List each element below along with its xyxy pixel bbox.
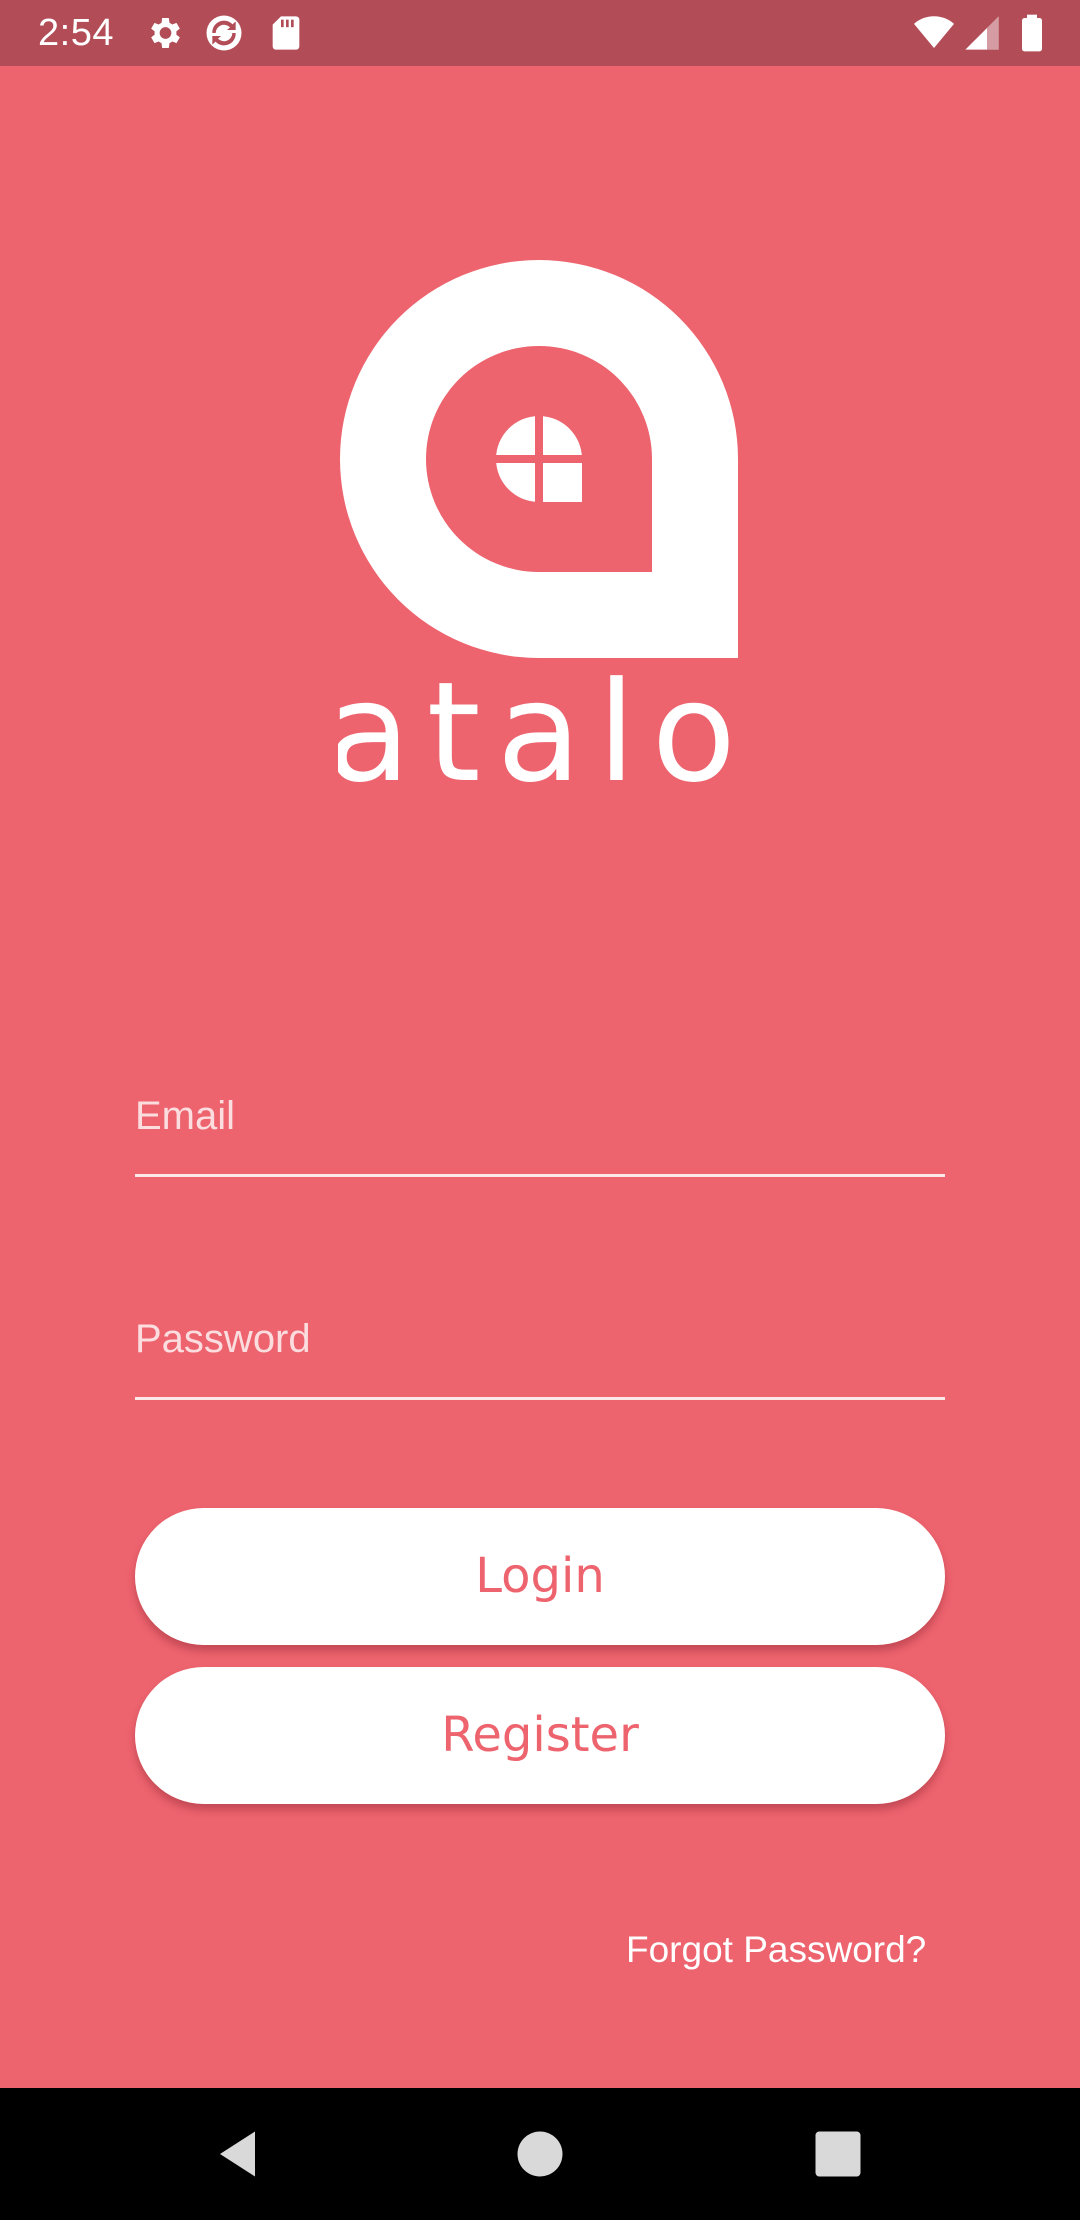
recents-icon[interactable] — [808, 2124, 868, 2184]
atalo-logo: atalo — [338, 258, 740, 788]
email-field-group — [135, 1086, 945, 1177]
register-button[interactable]: Register — [135, 1667, 945, 1804]
password-field-group — [135, 1309, 945, 1400]
email-underline — [135, 1174, 945, 1177]
signal-icon — [962, 13, 1002, 53]
wifi-icon — [914, 13, 954, 53]
sync-icon — [204, 13, 244, 53]
password-field[interactable] — [135, 1309, 945, 1369]
gear-icon — [144, 13, 184, 53]
back-icon[interactable] — [210, 2124, 270, 2184]
login-button[interactable]: Login — [135, 1508, 945, 1645]
brand-wordmark: atalo — [338, 652, 740, 788]
navigation-bar — [0, 2088, 1080, 2220]
forgot-password-link[interactable]: Forgot Password? — [626, 1926, 926, 1974]
status-time: 2:54 — [38, 12, 114, 54]
battery-icon — [1012, 13, 1052, 53]
sd-card-icon — [266, 13, 306, 53]
password-underline — [135, 1397, 945, 1400]
email-field[interactable] — [135, 1086, 945, 1146]
home-icon[interactable] — [510, 2124, 570, 2184]
status-bar: 2:54 — [0, 0, 1080, 66]
